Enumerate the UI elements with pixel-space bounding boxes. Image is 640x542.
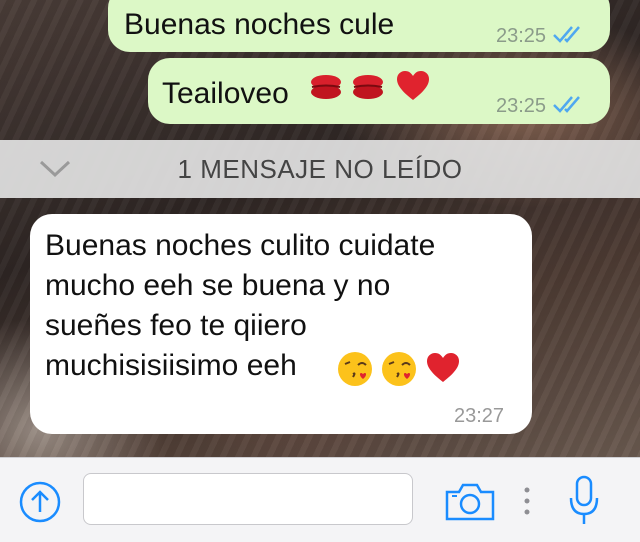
red-heart-icon: [426, 352, 460, 394]
face-blowing-kiss-icon: [380, 350, 418, 398]
message-time: 23:27: [454, 405, 505, 427]
kiss-mark-icon: [308, 72, 344, 110]
unread-messages-banner: 1 MENSAJE NO LEÍDO: [0, 140, 640, 198]
double-check-read-icon: [553, 96, 580, 113]
red-heart-icon: [396, 70, 430, 112]
message-input-bar: [0, 457, 640, 542]
share-up-icon[interactable]: [18, 480, 62, 524]
message-input[interactable]: [83, 473, 413, 525]
message-time: 23:25: [496, 95, 547, 117]
message-bubble-incoming[interactable]: Buenas noches culito cuidate mucho eeh s…: [30, 214, 532, 434]
unread-banner-text: 1 MENSAJE NO LEÍDO: [177, 153, 463, 184]
message-line: muchisisiisimo eeh: [45, 349, 297, 382]
face-blowing-kiss-icon: [336, 350, 374, 398]
message-text: Buenas noches cule: [124, 8, 395, 41]
camera-icon[interactable]: [444, 480, 496, 522]
message-line: mucho eeh se buena y no: [45, 269, 391, 302]
chevron-down-icon[interactable]: [38, 158, 72, 180]
message-text: Buenas noches culito cuidate mucho eeh s…: [45, 226, 435, 386]
microphone-icon[interactable]: [566, 474, 602, 528]
message-text: Teailoveo: [162, 77, 289, 110]
more-dots-icon[interactable]: [522, 486, 532, 516]
kiss-mark-icon: [350, 72, 386, 110]
message-line: sueñes feo te qiiero: [45, 309, 307, 342]
double-check-read-icon: [553, 26, 580, 43]
message-bubble-outgoing[interactable]: Teailoveo 23:25: [148, 58, 610, 124]
message-bubble-outgoing[interactable]: Buenas noches cule 23:25: [108, 0, 610, 52]
message-line: Buenas noches culito cuidate: [45, 229, 436, 262]
message-time: 23:25: [496, 25, 547, 47]
